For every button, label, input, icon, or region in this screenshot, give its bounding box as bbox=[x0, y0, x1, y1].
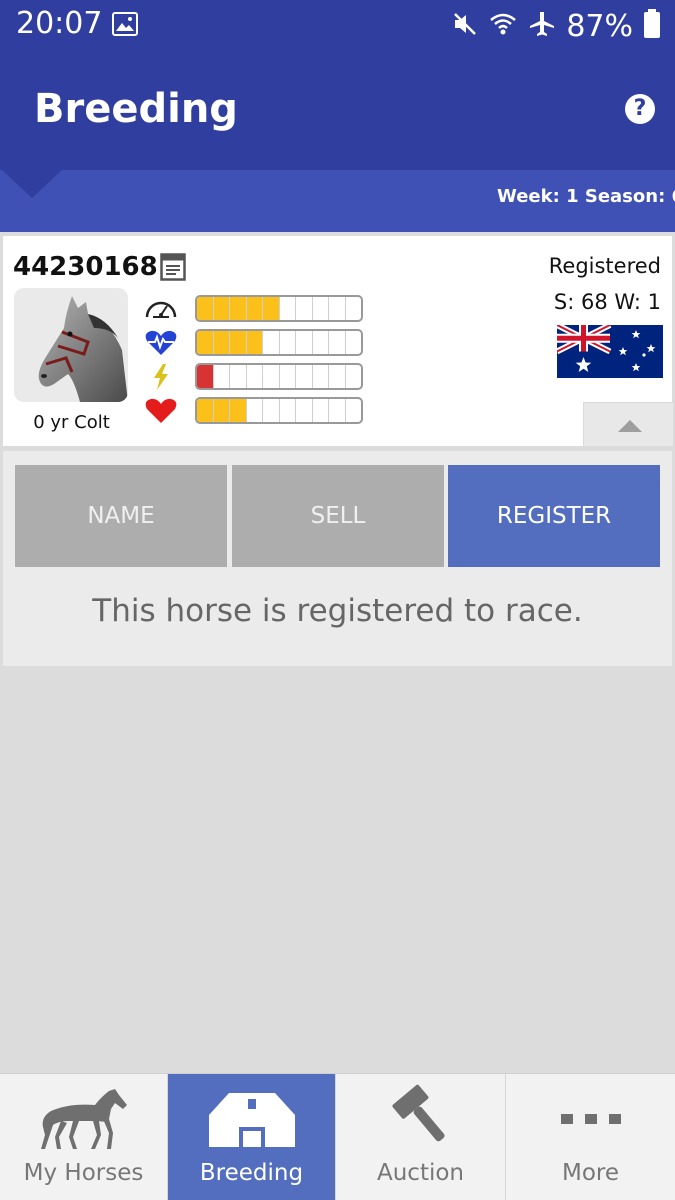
horse-age-sex: 0 yr Colt bbox=[33, 412, 110, 433]
battery-percent: 87% bbox=[566, 8, 633, 44]
stat-segment-empty bbox=[313, 365, 329, 388]
stat-segment-empty bbox=[230, 365, 247, 388]
sell-button[interactable]: SELL bbox=[232, 465, 444, 567]
season-week-label: S: 68 W: 1 bbox=[553, 290, 661, 314]
app-bar: Breeding ? bbox=[0, 52, 675, 170]
speedometer-icon bbox=[143, 295, 179, 323]
stat-segment-filled bbox=[230, 399, 247, 422]
stat-segment-empty bbox=[313, 297, 329, 320]
horse-card[interactable]: 44230168 0 yr Colt Registered S: 68 W: 1 bbox=[3, 236, 673, 446]
chevron-up-icon bbox=[618, 420, 642, 432]
name-button[interactable]: NAME bbox=[15, 465, 227, 567]
lightning-icon bbox=[143, 363, 179, 391]
nav-label: Breeding bbox=[199, 1160, 304, 1186]
nav-breeding[interactable]: Breeding bbox=[168, 1074, 336, 1200]
nav-label: More bbox=[561, 1160, 620, 1186]
horse-head-icon bbox=[38, 296, 128, 402]
stat-segment-empty bbox=[296, 365, 313, 388]
stat-segment-filled bbox=[197, 365, 214, 388]
airplane-icon bbox=[528, 10, 556, 42]
stat-segment-empty bbox=[280, 297, 296, 320]
stat-segment-empty bbox=[329, 297, 346, 320]
registration-status: Registered bbox=[548, 254, 661, 278]
document-icon[interactable] bbox=[160, 253, 186, 285]
stat-segment-empty bbox=[296, 297, 313, 320]
stat-segment-empty bbox=[214, 365, 230, 388]
battery-icon bbox=[643, 9, 661, 43]
stat-segment-filled bbox=[197, 297, 214, 320]
nav-more[interactable]: More bbox=[506, 1074, 675, 1200]
australia-flag-icon bbox=[555, 322, 663, 378]
stat-segment-empty bbox=[329, 331, 346, 354]
status-bar: 20:07 87% bbox=[0, 0, 675, 52]
tab-notch bbox=[2, 170, 62, 198]
stat-segment-empty bbox=[296, 399, 313, 422]
stat-segment-empty bbox=[280, 331, 296, 354]
week-season-bar: Week: 1 Season: 68 bbox=[0, 170, 675, 232]
nav-my-horses[interactable]: My Horses bbox=[0, 1074, 168, 1200]
status-right-group: 87% bbox=[452, 6, 661, 46]
horse-portrait[interactable] bbox=[14, 288, 128, 402]
wifi-icon bbox=[488, 11, 518, 41]
stat-segment-empty bbox=[263, 331, 280, 354]
stat-segment-empty bbox=[346, 297, 362, 320]
stat-segment-empty bbox=[329, 365, 346, 388]
stat-segment-filled bbox=[213, 331, 230, 354]
stat-bar bbox=[195, 363, 363, 390]
nav-label: Auction bbox=[376, 1160, 464, 1186]
heart-rate-icon bbox=[143, 329, 179, 357]
week-season-info: Week: 1 Season: 68 bbox=[497, 186, 675, 207]
register-button[interactable]: REGISTER bbox=[448, 465, 660, 567]
horse-id: 44230168 bbox=[13, 252, 158, 282]
status-time: 20:07 bbox=[16, 6, 103, 41]
stat-segment-filled bbox=[197, 331, 214, 354]
stat-segment-empty bbox=[280, 399, 296, 422]
registration-message: This horse is registered to race. bbox=[92, 593, 583, 629]
stat-bar bbox=[195, 397, 363, 424]
heart-icon bbox=[143, 397, 179, 425]
horse-icon bbox=[0, 1082, 167, 1156]
stat-segment-empty bbox=[296, 331, 313, 354]
stat-segment-empty bbox=[313, 331, 329, 354]
stat-segment-empty bbox=[313, 399, 329, 422]
bottom-navigation: My Horses Breeding Auction More bbox=[0, 1073, 675, 1200]
stat-segment-empty bbox=[346, 399, 362, 422]
stat-segment-empty bbox=[263, 365, 280, 388]
stat-segment-filled bbox=[246, 331, 263, 354]
nav-auction[interactable]: Auction bbox=[336, 1074, 506, 1200]
stat-segment-filled bbox=[263, 297, 280, 320]
stat-bar bbox=[195, 329, 363, 356]
stat-segment-empty bbox=[346, 331, 362, 354]
stat-segment-empty bbox=[329, 399, 346, 422]
stat-segment-empty bbox=[280, 365, 296, 388]
stat-segment-empty bbox=[247, 399, 263, 422]
stat-segment-filled bbox=[213, 297, 230, 320]
mute-icon bbox=[452, 11, 478, 41]
stat-segment-filled bbox=[213, 399, 230, 422]
page-title: Breeding bbox=[34, 86, 238, 132]
stat-segment-filled bbox=[197, 399, 214, 422]
gavel-icon bbox=[336, 1082, 505, 1156]
image-icon bbox=[112, 12, 138, 40]
stat-segment-empty bbox=[247, 365, 263, 388]
stat-segment-filled bbox=[230, 331, 247, 354]
action-panel: NAME SELL REGISTER This horse is registe… bbox=[3, 451, 672, 666]
stat-segment-empty bbox=[263, 399, 280, 422]
stat-segment-filled bbox=[230, 297, 247, 320]
stat-bar bbox=[195, 295, 363, 322]
stat-segment-empty bbox=[346, 365, 362, 388]
barn-icon bbox=[168, 1082, 335, 1156]
more-icon bbox=[506, 1082, 675, 1156]
nav-label: My Horses bbox=[23, 1160, 144, 1186]
collapse-toggle-button[interactable] bbox=[583, 402, 673, 446]
help-icon[interactable]: ? bbox=[625, 94, 655, 124]
stat-segment-filled bbox=[246, 297, 263, 320]
